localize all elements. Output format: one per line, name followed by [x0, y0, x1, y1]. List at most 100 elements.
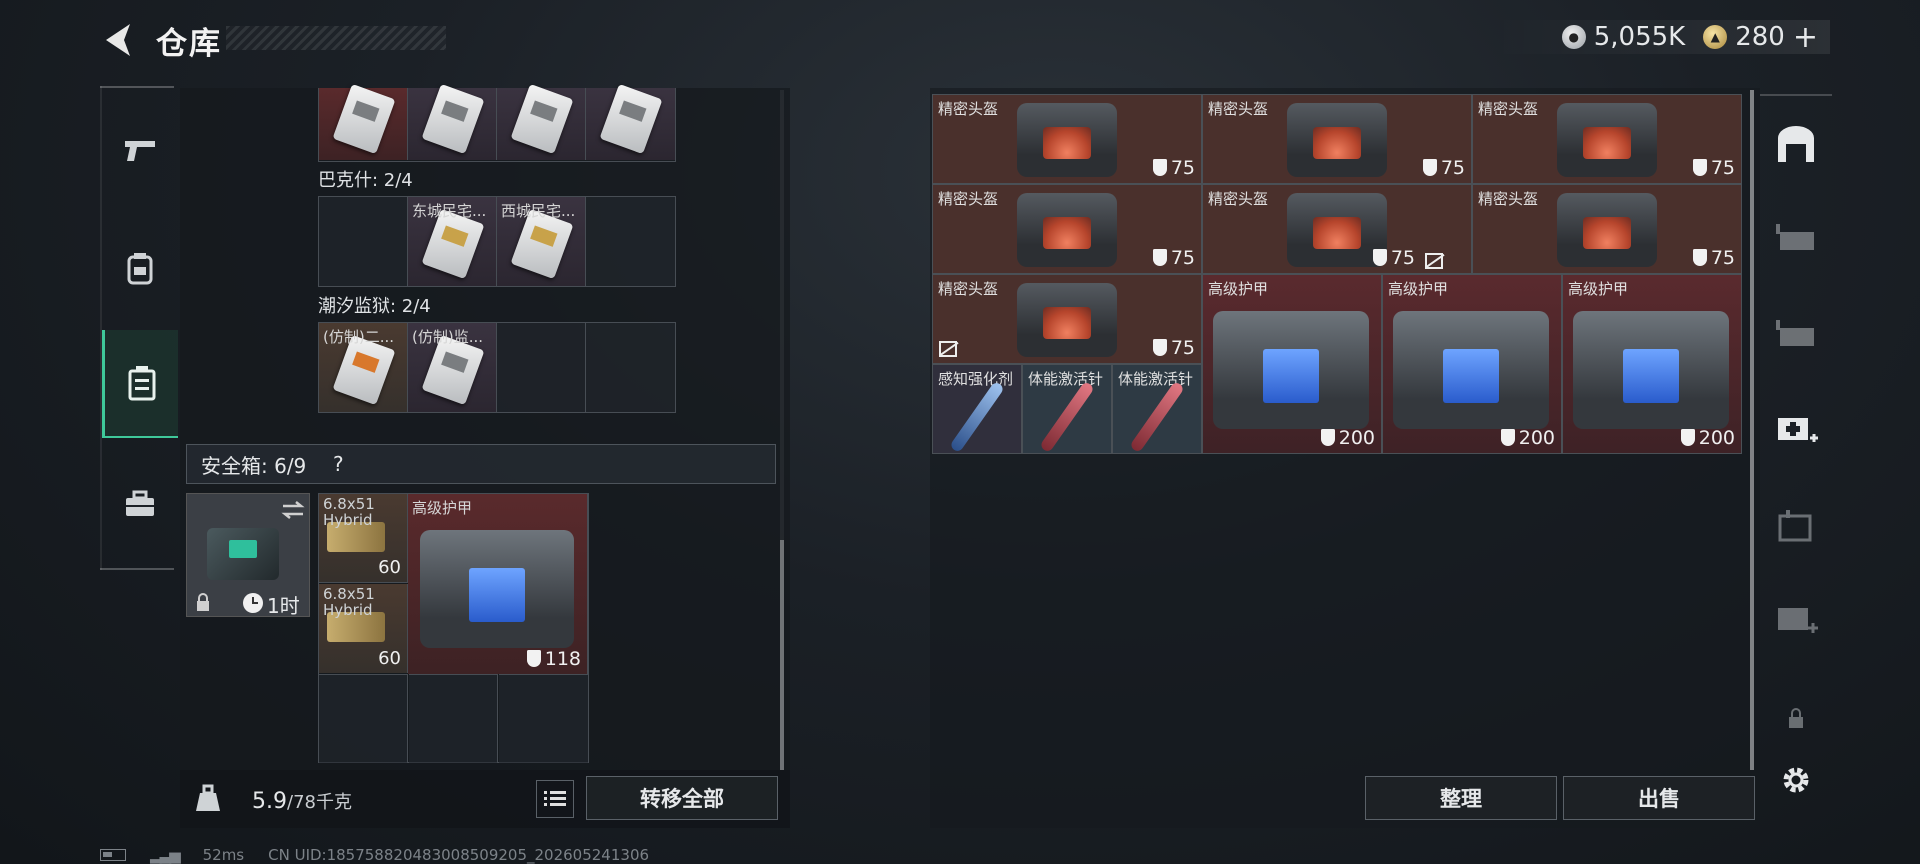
storage-tab-weapons-2[interactable]: [1764, 302, 1828, 366]
case-add-icon: [1778, 608, 1818, 633]
pistol-icon: [125, 141, 155, 161]
ammo-slot[interactable]: 6.8x51 Hybrid 60: [319, 494, 408, 583]
transfer-all-button[interactable]: 转移全部: [586, 776, 778, 820]
keycard-slot[interactable]: [586, 83, 675, 160]
storage-box-icon: [128, 366, 155, 401]
safebox-grid: 6.8x51 Hybrid 60 高级护甲 118 6.8x51 Hybrid …: [318, 493, 589, 763]
broken-icon: [939, 341, 957, 357]
clock-icon: [243, 593, 263, 613]
helmet-item[interactable]: 精密头盔 75: [1202, 94, 1472, 184]
keycard-slot[interactable]: 西城民宅...: [497, 197, 586, 286]
shield-icon: [1152, 159, 1167, 176]
weight-max: /78千克: [287, 792, 352, 813]
keycard-group-label: 潮汐监狱: 2/4: [318, 296, 431, 317]
shield-icon: [1152, 249, 1167, 266]
armor-durability: 200: [1500, 427, 1555, 449]
helmet-item[interactable]: 精密头盔 75: [932, 94, 1202, 184]
back-arrow-icon: [106, 24, 130, 56]
sell-button[interactable]: 出售: [1563, 776, 1755, 820]
ammo-slot[interactable]: 6.8x51 Hybrid 60: [319, 584, 408, 673]
swap-icon[interactable]: [281, 500, 305, 520]
tidy-button[interactable]: 整理: [1365, 776, 1557, 820]
keycard-slot[interactable]: [319, 83, 408, 160]
helmet-item[interactable]: 精密头盔 75: [932, 184, 1202, 274]
helmet-durability: 75: [1152, 247, 1195, 269]
gold-coin-icon: ▲: [1703, 25, 1728, 49]
keycard-slot[interactable]: (仿制)二...: [319, 323, 408, 412]
empty-slot[interactable]: [586, 323, 675, 412]
armor-item[interactable]: 高级护甲 200: [1202, 274, 1382, 454]
storage-tab-medical[interactable]: [1764, 396, 1828, 460]
helmet-durability: 75: [1692, 247, 1735, 269]
signal-icon: ▂▃▅: [150, 846, 181, 864]
item-name: 高级护甲: [412, 499, 473, 517]
shield-icon: [1422, 159, 1437, 176]
ammo-name: 6.8x51 Hybrid: [323, 585, 375, 619]
shield-icon: [1680, 429, 1695, 446]
storage-scrollbar[interactable]: [1750, 90, 1754, 770]
lock-icon: [197, 593, 209, 611]
list-view-button[interactable]: [536, 780, 574, 818]
item-name: 精密头盔: [1208, 100, 1269, 118]
ammo-name: 6.8x51 Hybrid: [323, 495, 375, 529]
consumable-item[interactable]: 体能激活针: [1112, 364, 1202, 454]
shield-icon: [1500, 429, 1515, 446]
gold-currency-value: 280: [1735, 22, 1785, 52]
item-name: 精密头盔: [1478, 190, 1539, 208]
item-name: 高级护甲: [1388, 280, 1449, 298]
lock-icon: [1789, 708, 1803, 728]
safebox-container[interactable]: 1时: [186, 493, 310, 618]
helmet-bag-icon: [1017, 103, 1117, 177]
helmet-item[interactable]: 精密头盔 75: [932, 274, 1202, 364]
item-name: 精密头盔: [938, 280, 999, 298]
shield-icon: [526, 650, 541, 667]
empty-slot[interactable]: [586, 197, 675, 286]
helmet-item[interactable]: 精密头盔 75: [1472, 184, 1742, 274]
armor-item[interactable]: 高级护甲 200: [1562, 274, 1742, 454]
help-button[interactable]: ?: [324, 450, 352, 478]
storage-tab-cases[interactable]: [1764, 494, 1828, 558]
item-name: 高级护甲: [1568, 280, 1629, 298]
settings-button[interactable]: [1764, 748, 1828, 812]
helmet-bag-icon: [1017, 193, 1117, 267]
consumable-item[interactable]: 感知强化剂: [932, 364, 1022, 454]
armor-slot[interactable]: 高级护甲 118: [408, 494, 588, 674]
nav-toolbox[interactable]: [102, 450, 178, 558]
nav-backpack[interactable]: [102, 214, 178, 322]
armor-item[interactable]: 高级护甲 200: [1382, 274, 1562, 454]
list-icon: [544, 791, 566, 806]
user-uid: CN UID:185758820483008509205_20260524130…: [268, 846, 650, 864]
gear-icon: [1783, 767, 1809, 793]
empty-slot[interactable]: [319, 674, 408, 763]
keycard-slot[interactable]: [497, 83, 586, 160]
keycard-name: (仿制)二...: [323, 328, 395, 346]
storage-tab-weapons[interactable]: [1764, 206, 1828, 270]
back-button[interactable]: [98, 20, 140, 60]
helmet-item[interactable]: 精密头盔 75: [1202, 184, 1472, 274]
weight-icon: [188, 778, 228, 818]
helmet-durability: 75: [1152, 157, 1195, 179]
empty-slot[interactable]: [319, 197, 408, 286]
keycard-icon: [421, 83, 485, 155]
empty-slot[interactable]: [409, 674, 498, 763]
add-currency-button[interactable]: +: [1793, 20, 1818, 55]
empty-slot[interactable]: [497, 323, 586, 412]
empty-slot[interactable]: [499, 674, 588, 763]
keycard-slot[interactable]: (仿制)监...: [408, 323, 497, 412]
keycard-name: 西城民宅...: [501, 202, 576, 220]
storage-tab-main[interactable]: [1764, 112, 1828, 176]
nav-weapons[interactable]: [102, 96, 178, 204]
inventory-scroll-thumb[interactable]: [780, 540, 784, 770]
consumable-item[interactable]: 体能激活针: [1022, 364, 1112, 454]
item-name: 精密头盔: [1478, 100, 1539, 118]
helmet-item[interactable]: 精密头盔 75: [1472, 94, 1742, 184]
nav-storage[interactable]: [102, 330, 178, 438]
armor-bag-icon: [420, 530, 574, 648]
keycard-icon: [599, 83, 663, 155]
armor-durability: 118: [526, 648, 581, 670]
keycard-slot[interactable]: 东城民宅...: [408, 197, 497, 286]
helmet-durability: 75: [1372, 247, 1415, 269]
storage-tab-locked[interactable]: [1764, 686, 1828, 750]
storage-tab-add[interactable]: [1764, 586, 1828, 650]
keycard-slot[interactable]: [408, 83, 497, 160]
